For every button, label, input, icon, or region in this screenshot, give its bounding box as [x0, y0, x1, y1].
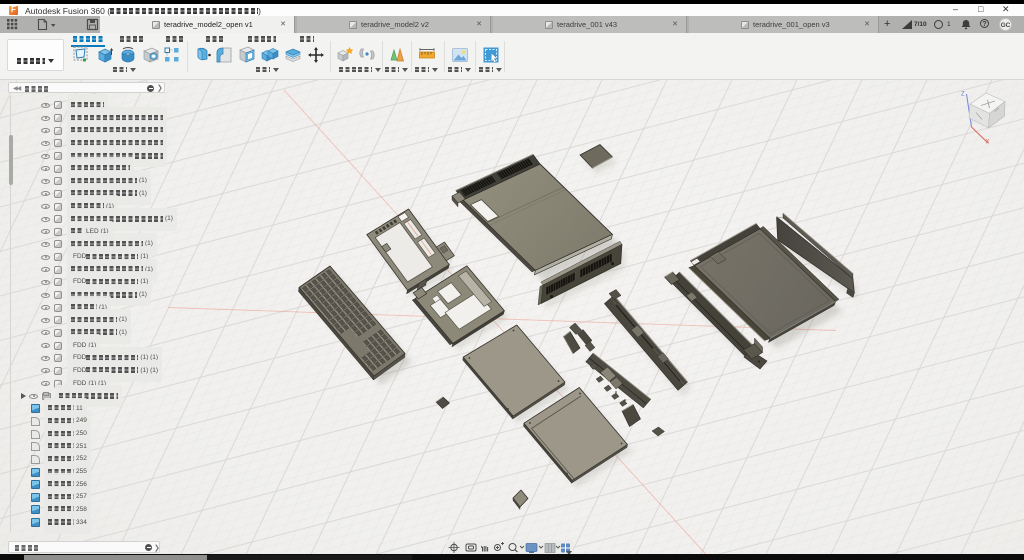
- svg-text:X: X: [986, 140, 990, 146]
- svg-text:Z: Z: [961, 92, 965, 98]
